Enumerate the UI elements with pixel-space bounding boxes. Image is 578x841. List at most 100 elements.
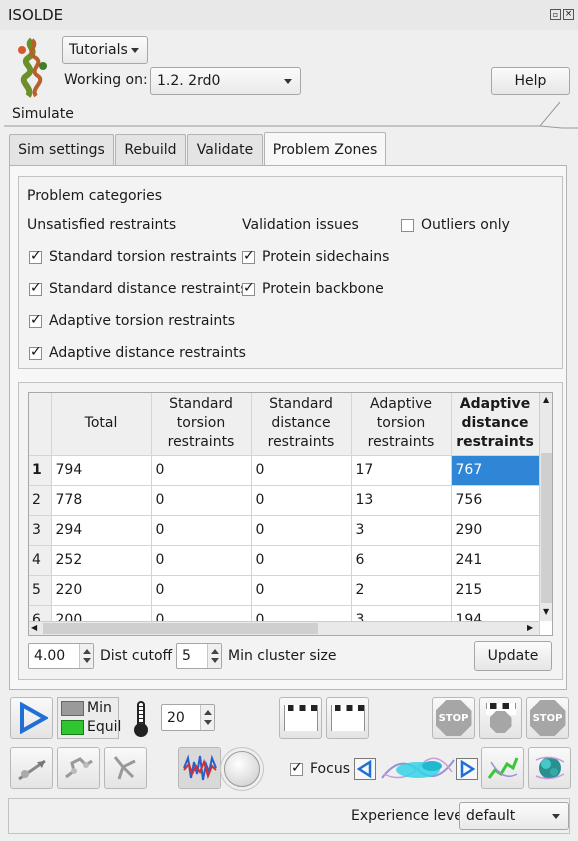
table-row[interactable]: 3 294 0 0 3 290: [29, 515, 540, 546]
table-cell[interactable]: 0: [151, 575, 252, 606]
tab-problem-zones[interactable]: Problem Zones: [264, 132, 386, 166]
vertical-scrollbar[interactable]: ▲ ▼: [539, 393, 552, 621]
table-cell[interactable]: 794: [51, 455, 152, 486]
table-cell[interactable]: 241: [451, 545, 540, 576]
tab-validate[interactable]: Validate: [187, 134, 263, 165]
adaptive-torsion-checkbox[interactable]: Adaptive torsion restraints: [29, 312, 235, 329]
header-line: restraints: [267, 434, 335, 451]
column-header[interactable]: Adaptive distance restraints: [451, 393, 540, 456]
table-cell-selected[interactable]: 767: [451, 455, 540, 486]
column-header[interactable]: Standard distance restraints: [251, 393, 352, 456]
working-on-dropdown[interactable]: 1.2. 2rd0: [150, 67, 301, 95]
view-residue-button[interactable]: [481, 747, 524, 789]
column-header[interactable]: Standard torsion restraints: [151, 393, 252, 456]
table-cell[interactable]: 252: [51, 545, 152, 576]
table-cell[interactable]: 215: [451, 575, 540, 606]
help-button[interactable]: Help: [491, 67, 570, 95]
row-header[interactable]: 3: [29, 515, 52, 546]
experience-level-dropdown[interactable]: default: [459, 802, 569, 830]
row-header[interactable]: 4: [29, 545, 52, 576]
row-header[interactable]: 1: [29, 455, 52, 486]
outliers-only-checkbox[interactable]: Outliers only: [401, 217, 510, 233]
scroll-left-icon[interactable]: ◀: [31, 623, 37, 632]
table-cell[interactable]: 0: [251, 575, 352, 606]
min-label: Min: [87, 700, 112, 716]
tab-rebuild[interactable]: Rebuild: [115, 134, 186, 165]
close-icon[interactable]: ×: [563, 9, 574, 20]
table-cell[interactable]: 0: [151, 455, 252, 486]
column-header[interactable]: Adaptive torsion restraints: [351, 393, 452, 456]
horizontal-scrollbar[interactable]: ◀ ▶: [29, 621, 539, 635]
stop-keep-button[interactable]: STOP: [432, 697, 475, 739]
store-checkpoint-button[interactable]: [279, 697, 322, 739]
min-cluster-spinbox[interactable]: 5: [176, 643, 222, 669]
tug-residue-button[interactable]: [57, 747, 100, 789]
table-cell[interactable]: 6: [351, 545, 452, 576]
spin-arrows-icon[interactable]: [207, 644, 221, 668]
tug-atom-button[interactable]: [10, 747, 53, 789]
tab-label: Rebuild: [124, 142, 177, 158]
table-cell[interactable]: 778: [51, 485, 152, 516]
table-cell[interactable]: 290: [451, 515, 540, 546]
row-header[interactable]: 5: [29, 575, 52, 606]
focus-checkbox[interactable]: Focus: [290, 760, 350, 777]
table-cell[interactable]: 2: [351, 575, 452, 606]
table-cell[interactable]: 0: [251, 485, 352, 516]
standard-distance-checkbox[interactable]: Standard distance restraints: [29, 280, 248, 297]
spinbox-value: 4.00: [34, 648, 66, 664]
update-button[interactable]: Update: [474, 641, 552, 671]
table-cell[interactable]: 294: [51, 515, 152, 546]
tab-sim-settings[interactable]: Sim settings: [9, 134, 114, 165]
checkbox-box: [29, 248, 42, 264]
scroll-thumb[interactable]: [43, 623, 318, 634]
map-visualization-button[interactable]: [178, 747, 221, 789]
spin-arrows-icon[interactable]: [200, 705, 214, 730]
protein-backbone-checkbox[interactable]: Protein backbone: [242, 280, 384, 297]
protein-sidechains-checkbox[interactable]: Protein sidechains: [242, 248, 390, 265]
standard-torsion-checkbox[interactable]: Standard torsion restraints: [29, 248, 237, 265]
table-row[interactable]: 2 778 0 0 13 756: [29, 485, 540, 516]
tutorials-dropdown[interactable]: Tutorials: [62, 36, 148, 64]
table-row[interactable]: 1 794 0 0 17 767: [29, 455, 540, 486]
help-label: Help: [514, 73, 547, 89]
spin-arrows-icon[interactable]: [79, 644, 93, 668]
checkered-flag-icon: [330, 705, 365, 731]
checkbox-label: Standard distance restraints: [49, 281, 248, 297]
column-header[interactable]: Total: [51, 393, 152, 456]
scroll-down-icon[interactable]: ▼: [543, 607, 549, 616]
table-cell[interactable]: 220: [51, 575, 152, 606]
table-cell[interactable]: 17: [351, 455, 452, 486]
table-cell[interactable]: 0: [151, 485, 252, 516]
table-cell[interactable]: 0: [251, 455, 352, 486]
chevron-down-icon: [284, 79, 292, 84]
update-label: Update: [487, 648, 539, 664]
previous-residue-button[interactable]: [354, 758, 376, 780]
adaptive-distance-checkbox[interactable]: Adaptive distance restraints: [29, 344, 246, 361]
table-row[interactable]: 4 252 0 0 6 241: [29, 545, 540, 576]
table-cell[interactable]: 756: [451, 485, 540, 516]
dist-cutoff-spinbox[interactable]: 4.00: [28, 643, 94, 669]
scroll-right-icon[interactable]: ▶: [527, 623, 533, 632]
min-equil-toggle[interactable]: Min Equil: [57, 697, 121, 739]
stop-discard-button[interactable]: STOP: [526, 697, 569, 739]
table-cell[interactable]: 3: [351, 515, 452, 546]
float-icon[interactable]: ▫: [550, 9, 561, 20]
map-weight-dial[interactable]: [224, 751, 260, 787]
revert-checkpoint-button[interactable]: [326, 697, 369, 739]
tug-selection-button[interactable]: [104, 747, 147, 789]
table-cell[interactable]: 0: [151, 545, 252, 576]
table-cell[interactable]: 0: [151, 515, 252, 546]
temperature-spinbox[interactable]: 20: [161, 704, 215, 731]
table-cell[interactable]: 13: [351, 485, 452, 516]
view-model-button[interactable]: [528, 747, 571, 789]
next-residue-button[interactable]: [456, 758, 478, 780]
start-simulation-button[interactable]: [10, 697, 53, 739]
stop-revert-button[interactable]: [479, 697, 522, 739]
row-header[interactable]: 2: [29, 485, 52, 516]
table-cell[interactable]: 0: [251, 515, 352, 546]
scroll-thumb[interactable]: [541, 453, 552, 603]
checkbox-label: Protein sidechains: [262, 249, 390, 265]
table-cell[interactable]: 0: [251, 545, 352, 576]
table-row[interactable]: 5 220 0 0 2 215: [29, 575, 540, 606]
scroll-up-icon[interactable]: ▲: [543, 395, 549, 404]
